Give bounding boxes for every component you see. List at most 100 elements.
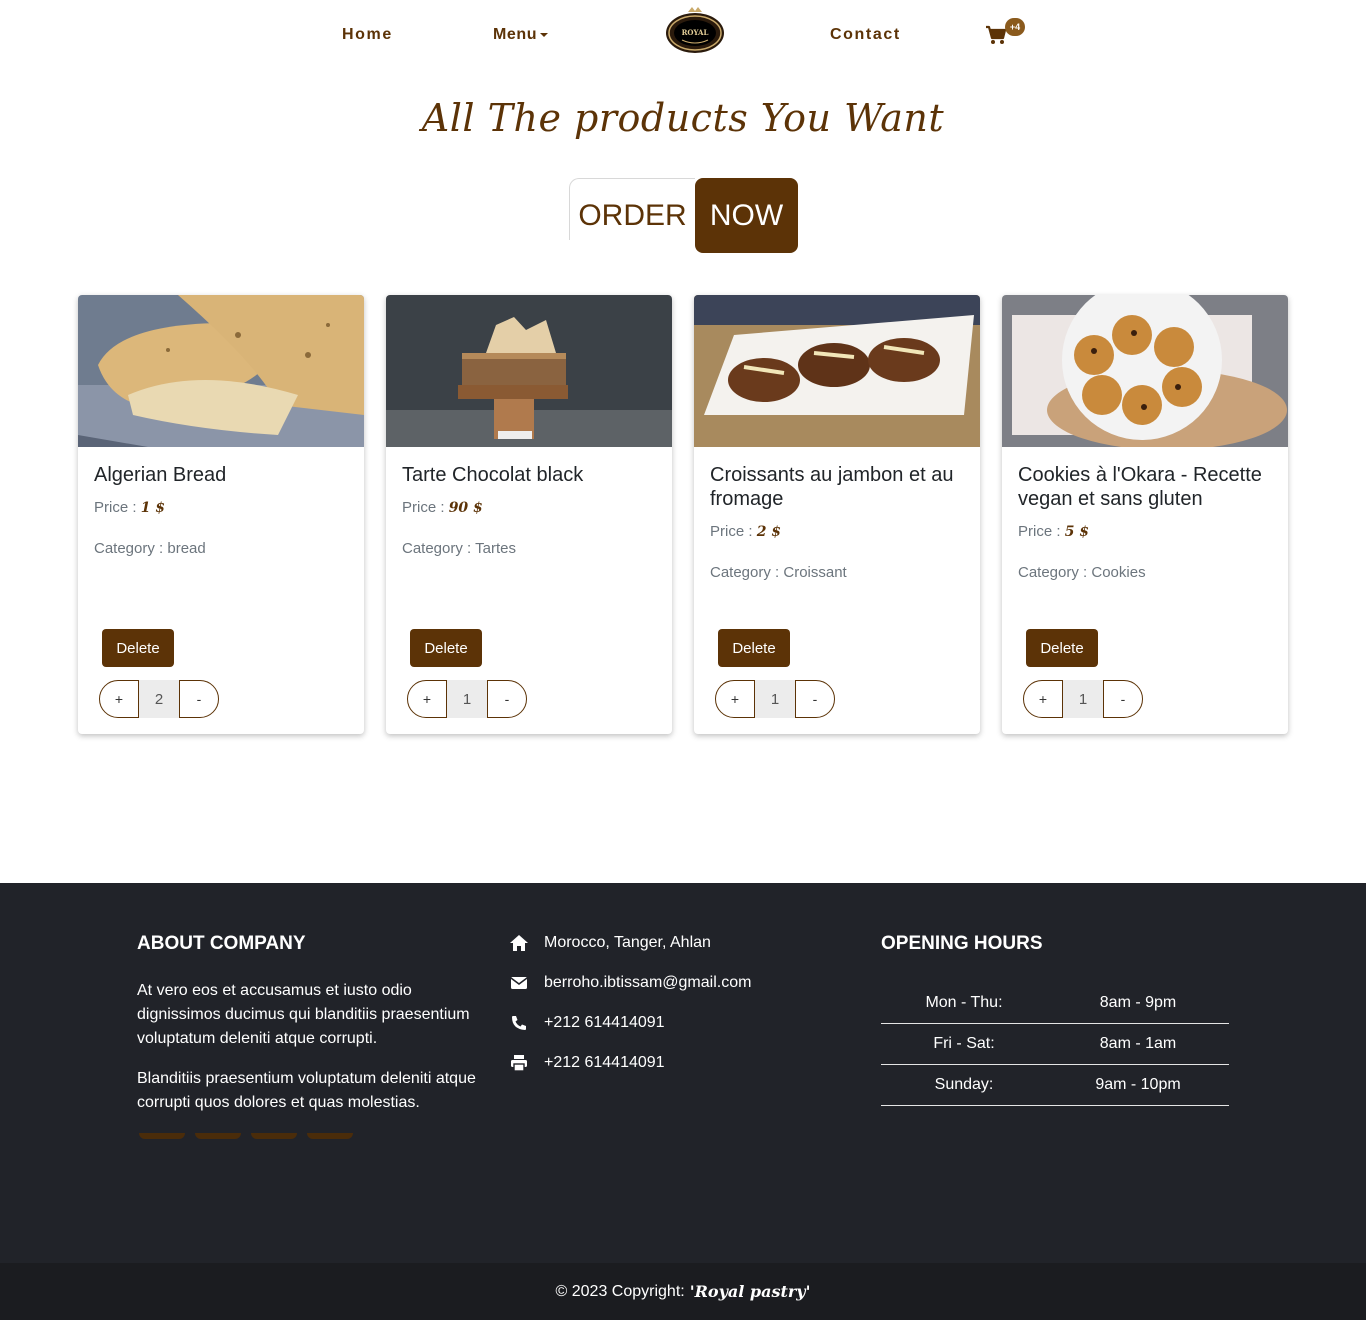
decrease-qty-button[interactable]: - xyxy=(795,680,835,718)
product-image-croissants xyxy=(694,295,980,447)
page-title: All The products You Want xyxy=(421,96,945,140)
nav-home-link[interactable]: Home xyxy=(342,26,393,44)
category-value: Tartes xyxy=(475,540,516,557)
product-card: Cookies à l'Okara - Recette vegan et san… xyxy=(1002,295,1288,734)
category-label: Category : xyxy=(710,564,784,581)
order-button[interactable]: ORDER xyxy=(569,178,695,240)
opening-hours-table: Mon - Thu: 8am - 9pm Fri - Sat: 8am - 1a… xyxy=(881,983,1229,1106)
increase-qty-button[interactable]: + xyxy=(407,680,447,718)
delete-button[interactable]: Delete xyxy=(1026,629,1098,667)
contact-phone: +212 614414091 xyxy=(510,1014,665,1032)
product-name: Croissants au jambon et au fromage xyxy=(710,464,954,510)
nav-menu-label: Menu xyxy=(493,26,538,43)
address-text: Morocco, Tanger, Ahlan xyxy=(544,934,711,951)
social-links xyxy=(139,1133,353,1139)
price-value: 2 $ xyxy=(756,524,782,540)
hours-day: Sunday: xyxy=(934,1076,994,1093)
increase-qty-button[interactable]: + xyxy=(99,680,139,718)
price-label: Price : xyxy=(94,499,141,516)
decrease-qty-button[interactable]: - xyxy=(487,680,527,718)
product-category: Category : Tartes xyxy=(402,540,516,557)
about-company-heading: ABOUT COMPANY xyxy=(137,933,306,954)
hours-time: 9am - 10pm xyxy=(1095,1076,1181,1093)
decrease-qty-button[interactable]: - xyxy=(179,680,219,718)
hours-time: 8am - 1am xyxy=(1099,1035,1177,1052)
product-price: Price : 5 $ xyxy=(1018,523,1089,540)
product-grid: Algerian Bread Price : 1 $ Category : br… xyxy=(78,295,1288,735)
about-paragraph-2: Blanditiis praesentium voluptatum deleni… xyxy=(137,1070,476,1111)
category-label: Category : xyxy=(94,540,168,557)
quantity-stepper: + 1 - xyxy=(715,680,835,718)
delete-button[interactable]: Delete xyxy=(718,629,790,667)
delete-button[interactable]: Delete xyxy=(102,629,174,667)
contact-email: berroho.ibtissam@gmail.com xyxy=(510,974,751,992)
price-label: Price : xyxy=(402,499,449,516)
copyright-bar: © 2023 Copyright: 'Royal pastry' xyxy=(0,1263,1366,1320)
category-value: Croissant xyxy=(783,564,847,581)
brand-name: 'Royal pastry' xyxy=(689,1282,811,1301)
nav-contact-link[interactable]: Contact xyxy=(830,26,901,44)
increase-qty-button[interactable]: + xyxy=(715,680,755,718)
hours-day: Mon - Thu: xyxy=(925,994,1003,1011)
social-link[interactable] xyxy=(139,1133,185,1139)
product-category: Category : Cookies xyxy=(1018,564,1146,581)
product-card: Tarte Chocolat black Price : 90 $ Catego… xyxy=(386,295,672,734)
product-price: Price : 2 $ xyxy=(710,523,781,540)
hours-row: Sunday: 9am - 10pm xyxy=(881,1065,1229,1106)
printer-icon xyxy=(511,1055,527,1071)
now-button[interactable]: NOW xyxy=(695,178,798,253)
product-name: Algerian Bread xyxy=(94,464,227,486)
cart-icon[interactable] xyxy=(985,24,1007,46)
social-link[interactable] xyxy=(195,1133,241,1139)
product-name: Tarte Chocolat black xyxy=(402,464,584,486)
social-link[interactable] xyxy=(251,1133,297,1139)
price-value: 1 $ xyxy=(140,500,166,516)
category-value: Cookies xyxy=(1091,564,1146,581)
category-label: Category : xyxy=(402,540,476,557)
hours-row: Fri - Sat: 8am - 1am xyxy=(881,1024,1229,1065)
quantity-stepper: + 2 - xyxy=(99,680,219,718)
contact-fax: +212 614414091 xyxy=(510,1054,665,1072)
delete-button[interactable]: Delete xyxy=(410,629,482,667)
nav-menu-dropdown[interactable]: Menu xyxy=(493,26,549,44)
product-price: Price : 90 $ xyxy=(402,499,483,516)
product-category: Category : Croissant xyxy=(710,564,847,581)
product-price: Price : 1 $ xyxy=(94,499,165,516)
email-text[interactable]: berroho.ibtissam@gmail.com xyxy=(544,974,751,992)
product-category: Category : bread xyxy=(94,540,206,557)
chevron-down-icon xyxy=(540,32,549,37)
price-value: 5 $ xyxy=(1064,524,1090,540)
price-value: 90 $ xyxy=(448,500,483,516)
quantity-stepper: + 1 - xyxy=(1023,680,1143,718)
hours-row: Mon - Thu: 8am - 9pm xyxy=(881,983,1229,1024)
product-image-bread xyxy=(78,295,364,447)
navbar: Home Menu ROYAL Contact +4 xyxy=(0,0,1366,72)
product-name: Cookies à l'Okara - Recette vegan et san… xyxy=(1018,464,1262,510)
phone-text: +212 614414091 xyxy=(544,1014,665,1031)
product-image-tarte xyxy=(386,295,672,447)
footer: ABOUT COMPANY At vero eos et accusamus e… xyxy=(0,883,1366,1263)
hours-day: Fri - Sat: xyxy=(933,1035,995,1052)
quantity-value: 1 xyxy=(755,680,795,718)
envelope-icon xyxy=(510,977,528,989)
opening-hours-heading: OPENING HOURS xyxy=(881,933,1043,954)
order-now-group: ORDER NOW xyxy=(569,178,798,254)
home-icon xyxy=(510,935,528,951)
phone-icon xyxy=(512,1016,526,1030)
copyright-text: © 2023 Copyright: xyxy=(555,1282,685,1300)
quantity-value: 1 xyxy=(1063,680,1103,718)
quantity-stepper: + 1 - xyxy=(407,680,527,718)
quantity-value: 1 xyxy=(447,680,487,718)
price-label: Price : xyxy=(1018,523,1065,540)
logo-text: ROYAL xyxy=(682,28,709,37)
cart-count-badge: +4 xyxy=(1005,18,1025,36)
about-paragraph-1: At vero eos et accusamus et iusto odio d… xyxy=(137,982,470,1047)
category-value: bread xyxy=(167,540,206,557)
hours-time: 8am - 9pm xyxy=(1099,994,1177,1011)
decrease-qty-button[interactable]: - xyxy=(1103,680,1143,718)
increase-qty-button[interactable]: + xyxy=(1023,680,1063,718)
social-link[interactable] xyxy=(307,1133,353,1139)
product-card: Algerian Bread Price : 1 $ Category : br… xyxy=(78,295,364,734)
product-image-cookies xyxy=(1002,295,1288,447)
royal-logo[interactable]: ROYAL xyxy=(664,6,726,54)
